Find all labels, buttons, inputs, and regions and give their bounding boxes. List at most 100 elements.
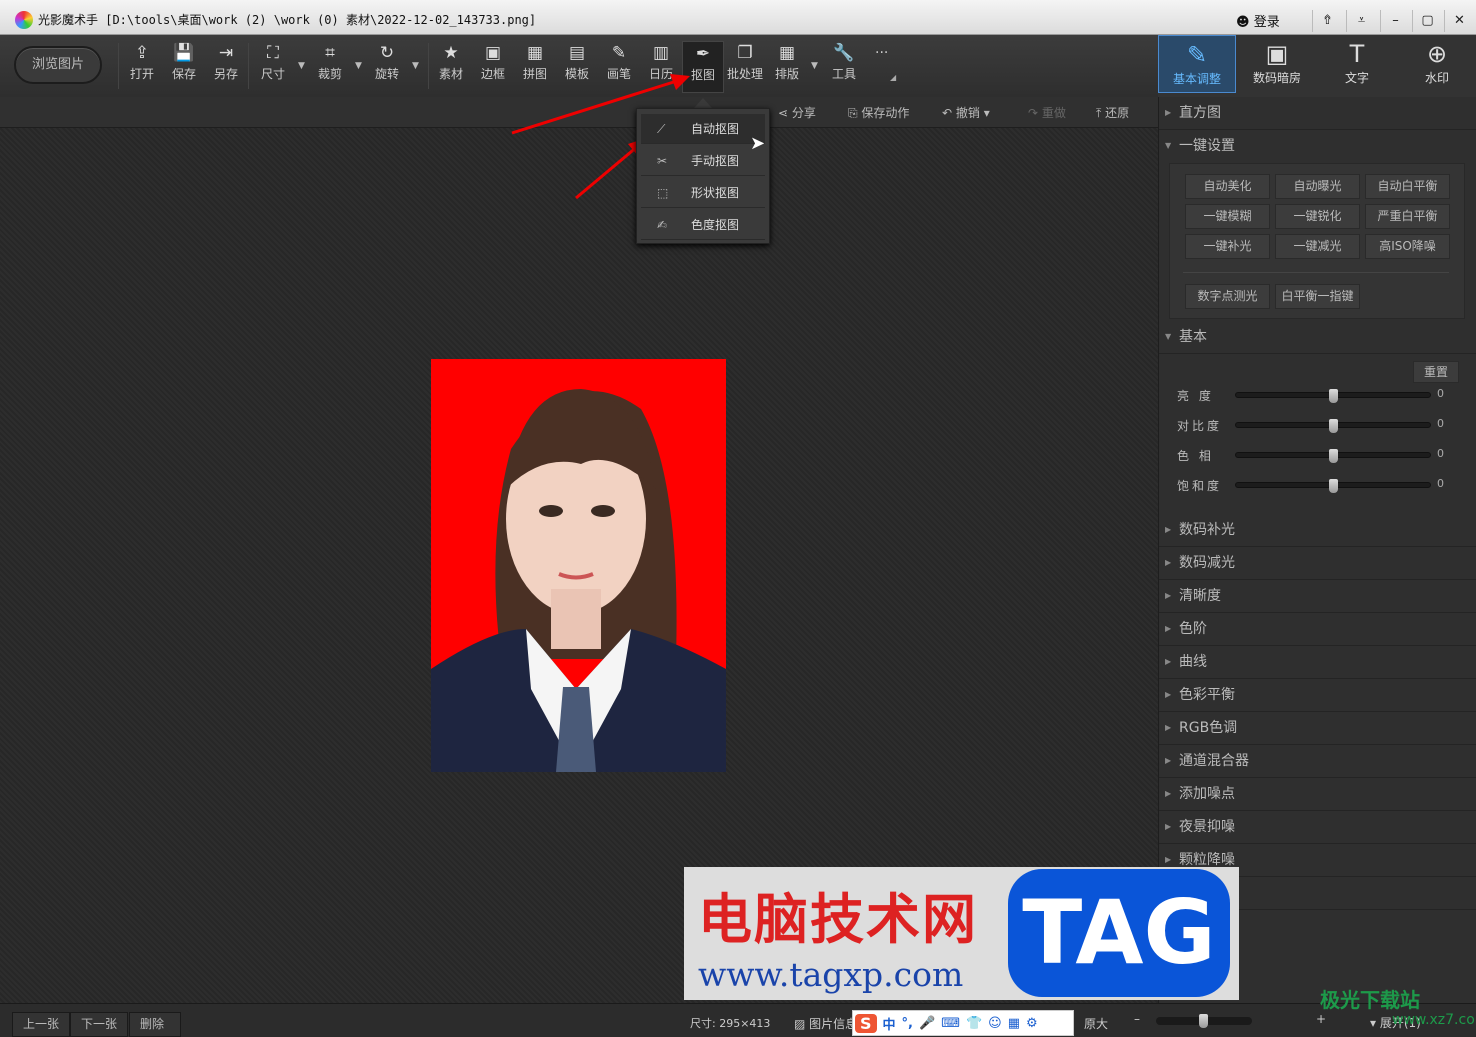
save-action-button[interactable]: ⎘ 保存动作 [848, 104, 909, 121]
reset-button[interactable]: 重置 [1413, 361, 1459, 383]
layout-dropdown-icon[interactable]: ▼ [811, 61, 818, 71]
ime-tool-icon[interactable]: °, [902, 1016, 913, 1031]
ime-tool-icon[interactable]: ⚙ [1026, 1016, 1038, 1031]
image-size: 尺寸: 295×413 [690, 1017, 771, 1030]
toolbar-batch-button[interactable]: ❐ 批处理 [724, 41, 766, 93]
browse-images-button[interactable]: 浏览图片 [14, 46, 102, 84]
slider-knob[interactable] [1329, 389, 1338, 403]
ime-tool-icon[interactable]: 👕 [966, 1016, 982, 1031]
open-icon: ⇪ [134, 43, 150, 63]
original-size-button[interactable]: 原大 [1084, 1015, 1108, 1032]
section-one-click[interactable]: ▼ 一键设置 [1159, 130, 1476, 163]
one-click-button[interactable]: 自动曝光 [1275, 174, 1360, 199]
toolbar-resize-button[interactable]: ⛶ 尺寸 [252, 41, 294, 93]
slider-knob[interactable] [1329, 419, 1338, 433]
menu-button[interactable]: ⩡ [1346, 10, 1376, 32]
toolbar-material-button[interactable]: ★ 素材 [430, 41, 472, 93]
section-item[interactable]: ▶ 清晰度 [1159, 580, 1476, 613]
one-click-button[interactable]: 一键补光 [1185, 234, 1270, 259]
tab-watermark[interactable]: ⊕ 水印 [1398, 35, 1476, 93]
crop-dropdown-icon[interactable]: ▼ [355, 61, 362, 71]
toolbar-save-as-button[interactable]: ⇥ 另存 [205, 41, 247, 93]
rotate-dropdown-icon[interactable]: ▼ [412, 61, 419, 71]
ime-tool-icon[interactable]: ▦ [1008, 1016, 1020, 1031]
toolbar-open-button[interactable]: ⇪ 打开 [121, 41, 163, 93]
tab-basic-adjust[interactable]: ✎ 基本调整 [1158, 35, 1236, 93]
image-info-button[interactable]: ▨ 图片信息 [794, 1015, 857, 1032]
shape-cutout-icon: ⬚ [657, 186, 669, 200]
toolbar-rotate-button[interactable]: ↻ 旋转 [366, 41, 408, 93]
maximize-button[interactable]: ▢ [1412, 10, 1442, 32]
tab-label: 数码暗房 [1252, 71, 1301, 85]
toolbar-label: 批处理 [726, 67, 763, 81]
minimize-button[interactable]: – [1380, 10, 1410, 32]
auto-cutout-icon: ⟋ [657, 122, 666, 136]
toolbar-save-button[interactable]: 💾 保存 [163, 41, 205, 93]
batch-icon: ❐ [737, 43, 753, 63]
section-item[interactable]: ▶ 数码减光 [1159, 547, 1476, 580]
section-item[interactable]: ▶ 夜景抑噪 [1159, 811, 1476, 844]
toolbar-layout-button[interactable]: ▦ 排版 [766, 41, 808, 93]
login-button[interactable]: ☻ 登录 [1236, 11, 1280, 30]
restore-button[interactable]: ⤒ 还原 [1096, 104, 1129, 121]
section-basic[interactable]: ▼ 基本 [1159, 321, 1476, 354]
zoom-in-button[interactable]: + [1316, 1012, 1326, 1026]
one-click-button[interactable]: 高ISO降噪 [1365, 234, 1450, 259]
layout-icon: ▦ [778, 43, 796, 63]
crop-icon: ⌗ [325, 43, 335, 63]
menu-item-auto-cutout[interactable]: ⟋ 自动抠图 [641, 114, 765, 144]
section-item[interactable]: ▶ 添加噪点 [1159, 778, 1476, 811]
section-item[interactable]: ▶ 色彩平衡 [1159, 679, 1476, 712]
zoom-slider-knob[interactable] [1199, 1014, 1208, 1028]
portrait-illustration [431, 389, 726, 772]
menu-item-shape-cutout[interactable]: ⬚ 形状抠图 [641, 178, 765, 208]
tab-text[interactable]: T 文字 [1318, 35, 1396, 93]
delete-button[interactable]: 删除 [129, 1012, 181, 1037]
toolbar-crop-button[interactable]: ⌗ 裁剪 [309, 41, 351, 93]
menu-item-manual-cutout[interactable]: ✂ 手动抠图 [641, 146, 765, 176]
undo-button[interactable]: ↶ 撤销 ▾ [942, 104, 990, 121]
ime-tool-icon[interactable]: 中 [883, 1014, 896, 1033]
one-click-button[interactable]: 严重白平衡 [1365, 204, 1450, 229]
section-item[interactable]: ▶ 色阶 [1159, 613, 1476, 646]
close-button[interactable]: ✕ [1444, 10, 1474, 32]
share-button[interactable]: ⋖ 分享 [778, 104, 816, 121]
toolbar-label: 保存 [171, 67, 196, 81]
size-dropdown-icon[interactable]: ▼ [298, 61, 305, 71]
sogou-logo-icon[interactable]: S [855, 1013, 877, 1033]
menu-item-chroma-cutout[interactable]: ✍ 色度抠图 [641, 210, 765, 240]
one-click-button[interactable]: 自动白平衡 [1365, 174, 1450, 199]
ime-tool-icon[interactable]: ⌨ [941, 1016, 960, 1031]
watermark-url: www.tagxp.com [698, 955, 964, 994]
expand-corner-icon[interactable]: ◢ [890, 73, 896, 82]
ime-tool-icon[interactable]: ☺ [988, 1016, 1002, 1031]
slider-knob[interactable] [1329, 479, 1338, 493]
one-click-button[interactable]: 一键减光 [1275, 234, 1360, 259]
prev-image-button[interactable]: 上一张 [12, 1012, 71, 1037]
divider [118, 43, 119, 89]
one-click-button[interactable]: 自动美化 [1185, 174, 1270, 199]
metering-button[interactable]: 数字点测光 [1185, 284, 1270, 309]
section-item[interactable]: ▶ 通道混合器 [1159, 745, 1476, 778]
skin-button[interactable]: ⇮ [1312, 10, 1342, 32]
metering-button[interactable]: 白平衡一指键 [1275, 284, 1360, 309]
menu-pointer [694, 98, 712, 108]
zoom-out-button[interactable]: – [1134, 1012, 1140, 1026]
one-click-button[interactable]: 一键锐化 [1275, 204, 1360, 229]
section-histogram[interactable]: ▶ 直方图 [1159, 97, 1476, 130]
redo-button[interactable]: ↷ 重做 [1028, 104, 1066, 121]
site-watermark: 极光下载站 [1320, 988, 1420, 1012]
slider-knob[interactable] [1329, 449, 1338, 463]
tab-digital-darkroom[interactable]: ▣ 数码暗房 [1238, 35, 1316, 93]
toolbar-label: 工具 [831, 67, 856, 81]
section-item[interactable]: ▶ 曲线 [1159, 646, 1476, 679]
one-click-button[interactable]: 一键模糊 [1185, 204, 1270, 229]
more-button[interactable]: ··· [875, 45, 888, 61]
section-item[interactable]: ▶ 数码补光 [1159, 514, 1476, 547]
section-item[interactable]: ▶ RGB色调 [1159, 712, 1476, 745]
slider-label: 亮 度 [1177, 389, 1214, 403]
next-image-button[interactable]: 下一张 [70, 1012, 129, 1037]
toolbar-tool-button[interactable]: 🔧 工具 [823, 41, 865, 93]
slider-value: 0 [1437, 477, 1444, 490]
ime-tool-icon[interactable]: 🎤 [919, 1016, 935, 1031]
